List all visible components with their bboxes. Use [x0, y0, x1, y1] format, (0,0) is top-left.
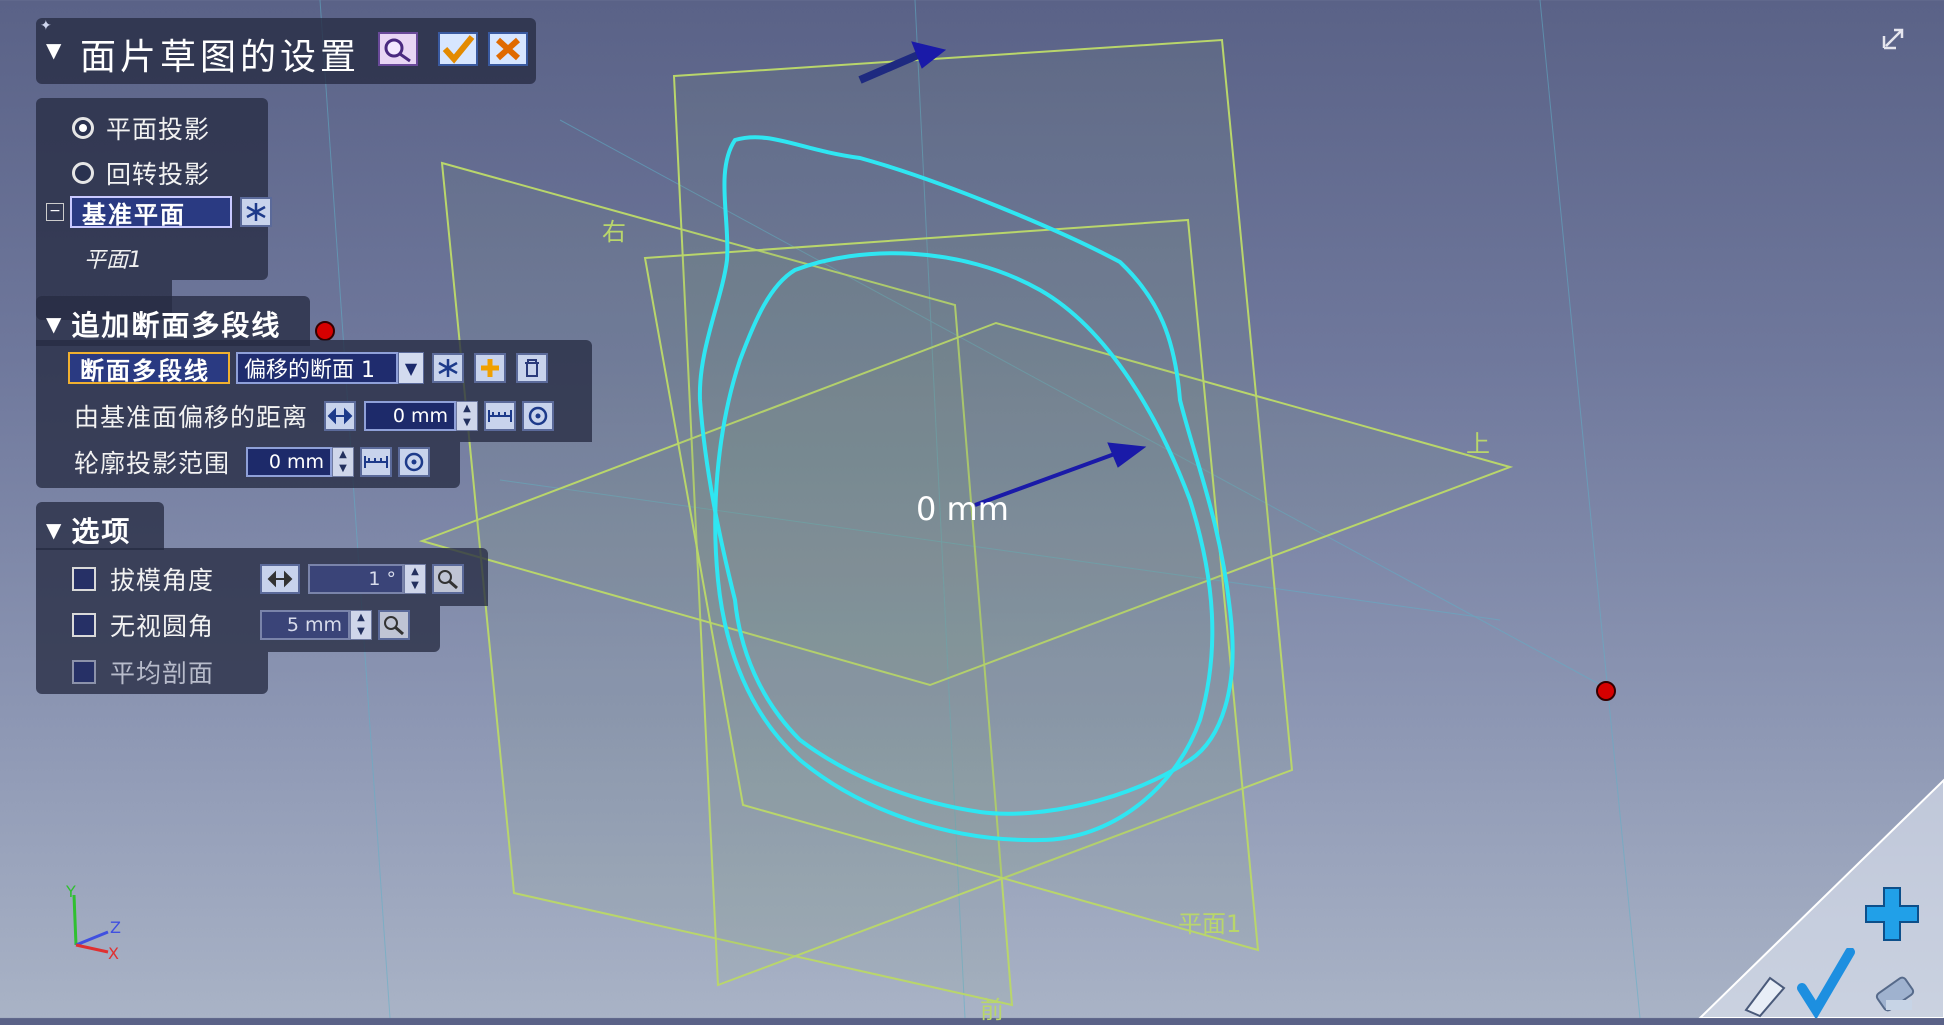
projection-range-input[interactable]: 0 mm — [246, 447, 332, 477]
options-header[interactable]: ▼ 选项 — [46, 510, 131, 550]
delete-polyline-button[interactable] — [516, 353, 548, 383]
collapse-section-icon[interactable]: ▼ — [46, 312, 61, 336]
ignore-fillet-stepper[interactable]: ▲ ▼ — [350, 610, 372, 640]
base-plane-clear-button[interactable] — [240, 197, 272, 227]
polyline-clear-button[interactable] — [432, 353, 464, 383]
ok-button[interactable] — [438, 32, 478, 66]
average-section-row: 平均剖面 — [72, 654, 214, 690]
ruler-icon — [488, 410, 512, 422]
ignore-fillet-row: 无视圆角 5 mm ▲ ▼ — [72, 607, 410, 643]
tree-collapse-icon[interactable]: − — [46, 203, 64, 221]
projection-range-stepper[interactable]: ▲ ▼ — [332, 447, 354, 477]
draft-pick-button[interactable] — [432, 564, 464, 594]
collapse-dialog-icon[interactable]: ▼ — [46, 38, 61, 62]
polyline-row: 断面多段线 偏移的断面 1 ▼ — [68, 352, 548, 385]
ignore-fillet-checkbox[interactable] — [72, 613, 96, 637]
offset-distance-label: 由基准面偏移的距离 — [74, 403, 309, 432]
radio-label: 回转投影 — [106, 160, 211, 189]
cancel-button[interactable] — [488, 32, 528, 66]
flip-direction-button[interactable] — [324, 401, 356, 431]
radio-button[interactable] — [72, 162, 94, 184]
axis-label-y: Y — [66, 882, 76, 901]
axis-triad — [72, 894, 109, 954]
base-plane-tag[interactable]: 基准平面 — [70, 196, 232, 229]
preview-button[interactable] — [378, 32, 418, 66]
control-point[interactable] — [315, 321, 335, 341]
expand-icon[interactable] — [1880, 24, 1908, 52]
snowflake-icon — [438, 359, 458, 377]
dialog-title-bar: ✦ ▼ 面片草图的设置 — [36, 18, 536, 84]
average-section-label: 平均剖面 — [110, 659, 215, 688]
preview-icon — [384, 38, 404, 58]
plane-label-front: 前 — [980, 996, 1004, 1024]
options-title: 选项 — [71, 515, 132, 548]
offset-distance-input[interactable]: 0 mm — [364, 401, 456, 431]
collapse-options-icon[interactable]: ▼ — [46, 518, 61, 542]
polyline-tag[interactable]: 断面多段线 — [68, 352, 230, 385]
close-icon — [495, 37, 521, 61]
draft-angle-stepper[interactable]: ▲ ▼ — [404, 564, 426, 594]
control-point[interactable] — [1596, 681, 1616, 701]
axis-label-z: Z — [110, 918, 121, 937]
axis-label-x: X — [108, 944, 119, 963]
plus-icon — [481, 359, 499, 377]
section-title: 追加断面多段线 — [71, 309, 282, 342]
radio-plane-projection[interactable]: 平面投影 — [72, 110, 210, 146]
draft-flip-button[interactable] — [260, 564, 300, 594]
ignore-fillet-label: 无视圆角 — [110, 612, 215, 641]
trash-icon — [525, 359, 539, 377]
plane-label-plane1: 平面1 — [1178, 910, 1242, 938]
confirm-check-icon[interactable] — [1796, 947, 1856, 1020]
eraser-tool-icon[interactable] — [1868, 960, 1928, 1016]
flip-arrows-icon — [267, 570, 293, 588]
ruler-icon — [364, 456, 388, 468]
base-plane-value: 平面1 — [84, 248, 142, 273]
range-reset-button[interactable] — [398, 447, 430, 477]
section-header[interactable]: ▼ 追加断面多段线 — [46, 304, 281, 344]
draft-angle-checkbox[interactable] — [72, 567, 96, 591]
dialog-title: 面片草图的设置 — [80, 37, 361, 78]
base-plane-row: − 基准平面 — [46, 196, 272, 229]
radio-label: 平面投影 — [106, 115, 211, 144]
projection-range-row: 轮廓投影范围 0 mm ▲ ▼ — [74, 444, 430, 480]
pin-icon[interactable]: ✦ — [40, 18, 52, 34]
projection-range-label: 轮廓投影范围 — [74, 449, 231, 478]
radio-button[interactable] — [72, 117, 94, 139]
polyline-dropdown[interactable]: 偏移的断面 1 — [236, 352, 398, 384]
plane-label-top: 上 — [1466, 430, 1490, 458]
offset-reset-button[interactable] — [522, 401, 554, 431]
offset-distance-row: 由基准面偏移的距离 0 mm ▲ ▼ — [74, 398, 554, 434]
snowflake-icon — [246, 203, 266, 221]
draft-angle-row: 拔模角度 1 ° ▲ ▼ — [72, 561, 464, 597]
radio-rotation-projection[interactable]: 回转投影 — [72, 155, 210, 191]
offset-measure-button[interactable] — [484, 401, 516, 431]
chevron-down-icon[interactable]: ▼ — [398, 352, 424, 384]
cut-tool-icon[interactable] — [1740, 970, 1790, 1018]
offset-distance-stepper[interactable]: ▲ ▼ — [456, 401, 478, 431]
plane-label-right: 右 — [602, 218, 626, 246]
fillet-pick-button[interactable] — [378, 610, 410, 640]
draft-angle-input[interactable]: 1 ° — [308, 564, 404, 594]
check-icon — [442, 35, 475, 64]
add-polyline-button[interactable] — [474, 353, 506, 383]
add-tool-icon[interactable] — [1862, 884, 1922, 944]
flip-arrows-icon — [327, 407, 353, 425]
ignore-fillet-input[interactable]: 5 mm — [260, 610, 350, 640]
average-section-checkbox[interactable] — [72, 660, 96, 684]
center-distance-readout: 0 mm — [916, 490, 1009, 528]
draft-angle-label: 拔模角度 — [110, 566, 215, 595]
range-measure-button[interactable] — [360, 447, 392, 477]
